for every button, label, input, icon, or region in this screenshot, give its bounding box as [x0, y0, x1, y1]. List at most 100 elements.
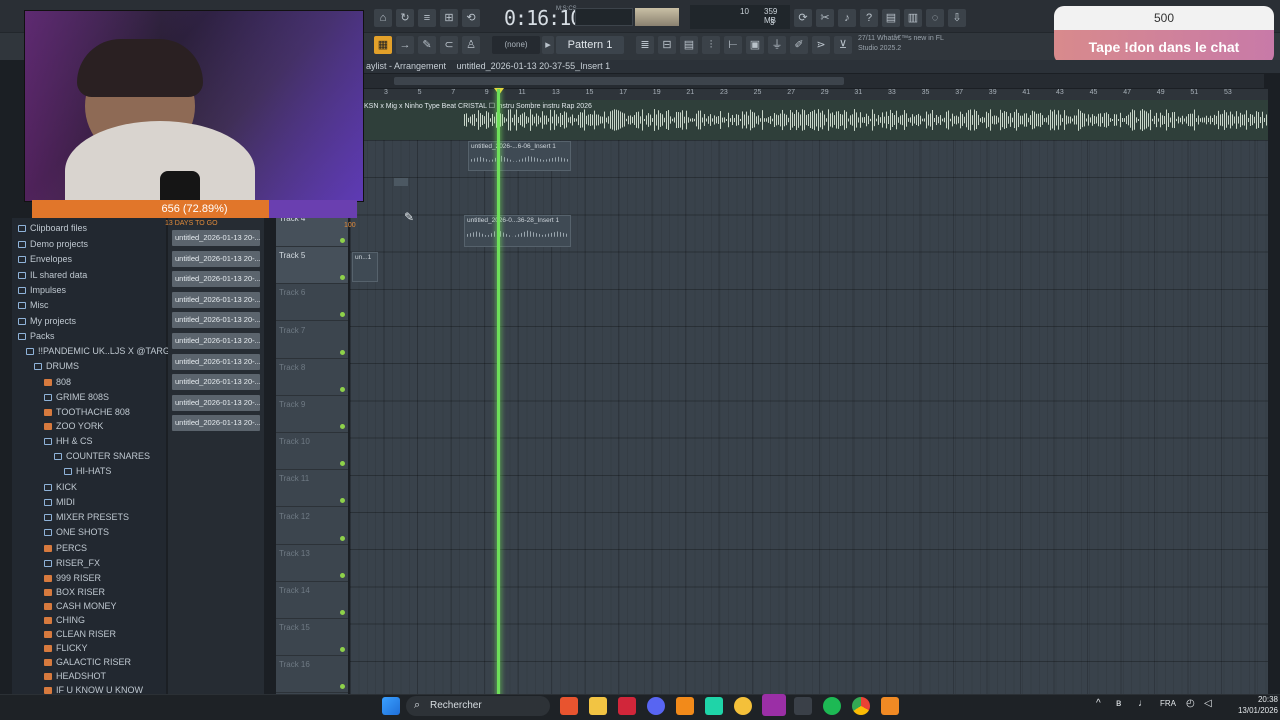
plugin-icon[interactable]: ▣: [746, 36, 764, 54]
track-header[interactable]: Track 15: [276, 619, 348, 657]
automation-clip[interactable]: [394, 178, 408, 186]
snap-select[interactable]: (none): [492, 36, 540, 54]
browser-item[interactable]: HEADSHOT: [44, 669, 106, 683]
track-enable-led[interactable]: [340, 424, 345, 429]
chrome-icon[interactable]: [852, 697, 870, 715]
browser-item[interactable]: ZOO YORK: [44, 419, 103, 433]
download-icon[interactable]: ⇩: [948, 9, 966, 27]
mixer-view-icon[interactable]: ⫶: [702, 36, 720, 54]
browser-item[interactable]: COUNTER SNARES: [54, 449, 150, 463]
loop-icon[interactable]: ↻: [396, 9, 414, 27]
recent-file-item[interactable]: untitled_2026-01-13 20-...: [172, 250, 260, 267]
spotify-icon[interactable]: [823, 697, 841, 715]
track-enable-led[interactable]: [340, 312, 345, 318]
tree-icon[interactable]: ⊢: [724, 36, 742, 54]
browser-item[interactable]: My projects: [18, 314, 76, 328]
track-header[interactable]: Track 12: [276, 508, 348, 545]
track-enable-led[interactable]: [340, 610, 345, 615]
channel-rack-icon[interactable]: ≣: [636, 36, 654, 54]
track-enable-led[interactable]: [340, 238, 345, 243]
browser-item[interactable]: KICK: [44, 480, 77, 494]
browser-item[interactable]: MIDI: [44, 495, 75, 509]
app-icon[interactable]: [705, 697, 723, 715]
recent-file-item[interactable]: untitled_2026-01-13 20-...: [172, 394, 260, 411]
browser-item[interactable]: BOX RISER: [44, 585, 105, 599]
pattern-prev-icon[interactable]: ▸: [542, 36, 554, 54]
browser-item[interactable]: Packs: [18, 329, 55, 343]
pattern-selector[interactable]: Pattern 1: [556, 36, 624, 54]
audio-clip[interactable]: untitled_2026-0...36-28_Insert 1: [464, 215, 571, 247]
metronome-icon[interactable]: ⌂: [374, 9, 392, 27]
recent-file-item[interactable]: untitled_2026-01-13 20-...: [172, 415, 260, 432]
track-header[interactable]: Track 10: [276, 433, 348, 471]
recent-file-item[interactable]: untitled_2026-01-13 20-...: [172, 291, 260, 308]
browser-item[interactable]: Impulses: [18, 283, 66, 297]
tray-chevron-icon[interactable]: ^: [1096, 698, 1101, 709]
track-enable-led[interactable]: [340, 572, 345, 578]
undo-icon[interactable]: ⟳: [794, 9, 812, 27]
track-enable-led[interactable]: [340, 349, 345, 355]
browser-item[interactable]: Clipboard files: [18, 221, 87, 235]
step-icon[interactable]: ≡: [418, 9, 436, 27]
browser-item[interactable]: CASH MONEY: [44, 599, 117, 613]
bluetooth-icon[interactable]: ʙ: [1116, 698, 1121, 709]
browser-item[interactable]: Misc: [18, 298, 49, 312]
chat-icon[interactable]: ◌: [926, 9, 944, 27]
track-enable-led[interactable]: [340, 275, 345, 281]
brush-icon[interactable]: ✐: [790, 36, 808, 54]
terminal-icon[interactable]: [794, 697, 812, 715]
obs-next-icon[interactable]: [762, 694, 786, 716]
file-explorer-icon[interactable]: [589, 697, 607, 715]
brave-icon[interactable]: [560, 697, 578, 715]
arrow-icon[interactable]: →: [396, 36, 414, 54]
browser-item[interactable]: Envelopes: [18, 252, 72, 266]
playlist-snap-icon[interactable]: ▦: [374, 36, 392, 54]
language-indicator[interactable]: FRA: [1160, 699, 1176, 708]
blend-icon[interactable]: ⊞: [440, 9, 458, 27]
browser-item[interactable]: HH & CS: [44, 434, 93, 448]
app-icon[interactable]: [618, 697, 636, 715]
recent-file-item[interactable]: untitled_2026-01-13 20-...: [172, 353, 260, 370]
scroll-thumb[interactable]: [394, 77, 844, 85]
recent-file-item[interactable]: untitled_2026-01-13 20-...: [172, 230, 260, 246]
cut-icon[interactable]: ✂: [816, 9, 834, 27]
browser-item[interactable]: 999 RISER: [44, 571, 101, 585]
recent-file-item[interactable]: untitled_2026-01-13 20-...: [172, 333, 260, 349]
cart-icon[interactable]: ⊻: [834, 36, 852, 54]
record-icon[interactable]: ⟲: [462, 9, 480, 27]
browser-item[interactable]: HI-HATS: [64, 464, 111, 478]
piano-roll-icon[interactable]: ⊟: [658, 36, 676, 54]
link-icon[interactable]: ⊂: [440, 36, 458, 54]
track-header[interactable]: Track 7: [276, 322, 348, 359]
network-icon[interactable]: ◴: [1186, 698, 1195, 709]
track-header[interactable]: Track 11: [276, 470, 348, 508]
mixer-icon[interactable]: ▥: [904, 9, 922, 27]
browser-item[interactable]: GALACTIC RISER: [44, 655, 131, 669]
browser-item[interactable]: IL shared data: [18, 268, 87, 282]
vlc-icon[interactable]: [676, 697, 694, 715]
browser-item[interactable]: DRUMS: [34, 359, 79, 373]
browser-item[interactable]: PERCS: [44, 541, 87, 555]
save-icon[interactable]: ▤: [882, 9, 900, 27]
fl-studio-icon[interactable]: [881, 697, 899, 715]
taskbar-clock[interactable]: 20:38 13/01/2026: [1222, 694, 1278, 716]
browser-item[interactable]: FLICKY: [44, 641, 88, 655]
browser-item[interactable]: TOOTHACHE 808: [44, 405, 130, 419]
discord-icon[interactable]: [647, 697, 665, 715]
draw-icon[interactable]: ✎: [418, 36, 436, 54]
browser-item[interactable]: GRIME 808S: [44, 390, 109, 404]
browser-item[interactable]: !!PANDEMIC UK..LJS X @TARGETT: [26, 344, 187, 358]
track-enable-led[interactable]: [340, 647, 345, 653]
track-enable-led[interactable]: [340, 535, 345, 541]
news-panel[interactable]: 27/11 Whatâ€™s new in FL Studio 2025.2: [858, 34, 968, 56]
playhead[interactable]: [497, 89, 500, 700]
browser-item[interactable]: ONE SHOTS: [44, 525, 109, 539]
start-icon[interactable]: [382, 697, 400, 715]
track-header[interactable]: Track 5: [276, 247, 348, 285]
recent-file-item[interactable]: untitled_2026-01-13 20-...: [172, 374, 260, 391]
app-icon[interactable]: [734, 697, 752, 715]
browser-icon[interactable]: ▤: [680, 36, 698, 54]
recent-file-item[interactable]: untitled_2026-01-13 20-...: [172, 271, 260, 288]
track-header[interactable]: Track 14: [276, 582, 348, 619]
fish-icon[interactable]: ⋗: [812, 36, 830, 54]
